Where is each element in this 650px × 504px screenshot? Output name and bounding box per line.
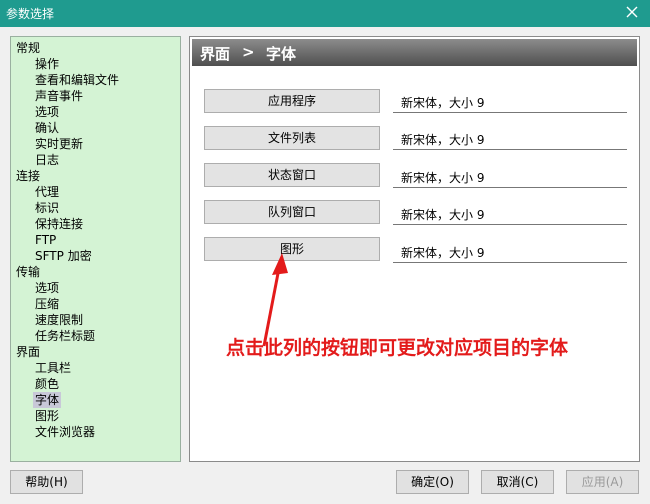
panel-header-subtitle: 字体	[266, 45, 297, 63]
panel-header-title: 界面	[200, 45, 231, 63]
cancel-button[interactable]: 取消(C)	[481, 470, 554, 494]
font-button-file-list[interactable]: 文件列表	[204, 126, 380, 150]
tree-item-colors[interactable]: 颜色	[35, 376, 59, 392]
tree-item-file-browser[interactable]: 文件浏览器	[35, 424, 95, 440]
tree-item-keepalive[interactable]: 保持连接	[35, 216, 83, 232]
tree-item-view-edit[interactable]: 查看和编辑文件	[35, 72, 119, 88]
tree-group-connection[interactable]: 连接	[16, 168, 40, 184]
panel-header: 界面 > 字体	[192, 39, 637, 66]
font-button-graphics[interactable]: 图形	[204, 237, 380, 261]
tree-group-general[interactable]: 常规	[16, 40, 40, 56]
tree-item-toolbar[interactable]: 工具栏	[35, 360, 71, 376]
tree-item-graphics[interactable]: 图形	[35, 408, 59, 424]
tree-item-proxy[interactable]: 代理	[35, 184, 59, 200]
close-icon[interactable]	[622, 2, 642, 22]
window-title: 参数选择	[6, 7, 55, 21]
tree-group-transfer[interactable]: 传输	[16, 264, 40, 280]
font-value-graphics: 新宋体，大小 9	[393, 243, 627, 263]
title-bar: 参数选择	[0, 0, 650, 27]
tree-item-compression[interactable]: 压缩	[35, 296, 59, 312]
tree-item-sound-events[interactable]: 声音事件	[35, 88, 83, 104]
tree-item-speed-limit[interactable]: 速度限制	[35, 312, 83, 328]
tree-item-ftp[interactable]: FTP	[35, 232, 56, 248]
font-value-queue-window: 新宋体，大小 9	[393, 205, 627, 225]
help-button[interactable]: 帮助(H)	[10, 470, 83, 494]
font-button-application[interactable]: 应用程序	[204, 89, 380, 113]
tree-group-interface[interactable]: 界面	[16, 344, 40, 360]
close-icon-glyph	[626, 6, 638, 18]
ok-button[interactable]: 确定(O)	[396, 470, 469, 494]
tree-item-fonts[interactable]: 字体	[33, 392, 62, 408]
category-tree: 常规 操作 查看和编辑文件 声音事件 选项 确认 实时更新 日志 连接 代理 标…	[10, 36, 181, 462]
tree-item-identity[interactable]: 标识	[35, 200, 59, 216]
apply-button[interactable]: 应用(A)	[566, 470, 639, 494]
tree-item-realtime-update[interactable]: 实时更新	[35, 136, 83, 152]
font-button-queue-window[interactable]: 队列窗口	[204, 200, 380, 224]
tree-item-transfer-options[interactable]: 选项	[35, 280, 59, 296]
tree-item-options[interactable]: 选项	[35, 104, 59, 120]
font-value-status-window: 新宋体，大小 9	[393, 168, 627, 188]
font-value-file-list: 新宋体，大小 9	[393, 130, 627, 150]
tree-item-taskbar-title[interactable]: 任务栏标题	[35, 328, 95, 344]
tree-item-operation[interactable]: 操作	[35, 56, 59, 72]
tree-item-log[interactable]: 日志	[35, 152, 59, 168]
panel-header-separator: >	[242, 43, 255, 61]
tree-item-sftp-encryption[interactable]: SFTP 加密	[35, 248, 92, 264]
settings-panel: 界面 > 字体 应用程序 新宋体，大小 9 文件列表 新宋体，大小 9 状态窗口…	[189, 36, 640, 462]
font-button-status-window[interactable]: 状态窗口	[204, 163, 380, 187]
annotation-text: 点击此列的按钮即可更改对应项目的字体	[226, 337, 569, 359]
font-value-application: 新宋体，大小 9	[393, 93, 627, 113]
tree-item-confirm[interactable]: 确认	[35, 120, 59, 136]
